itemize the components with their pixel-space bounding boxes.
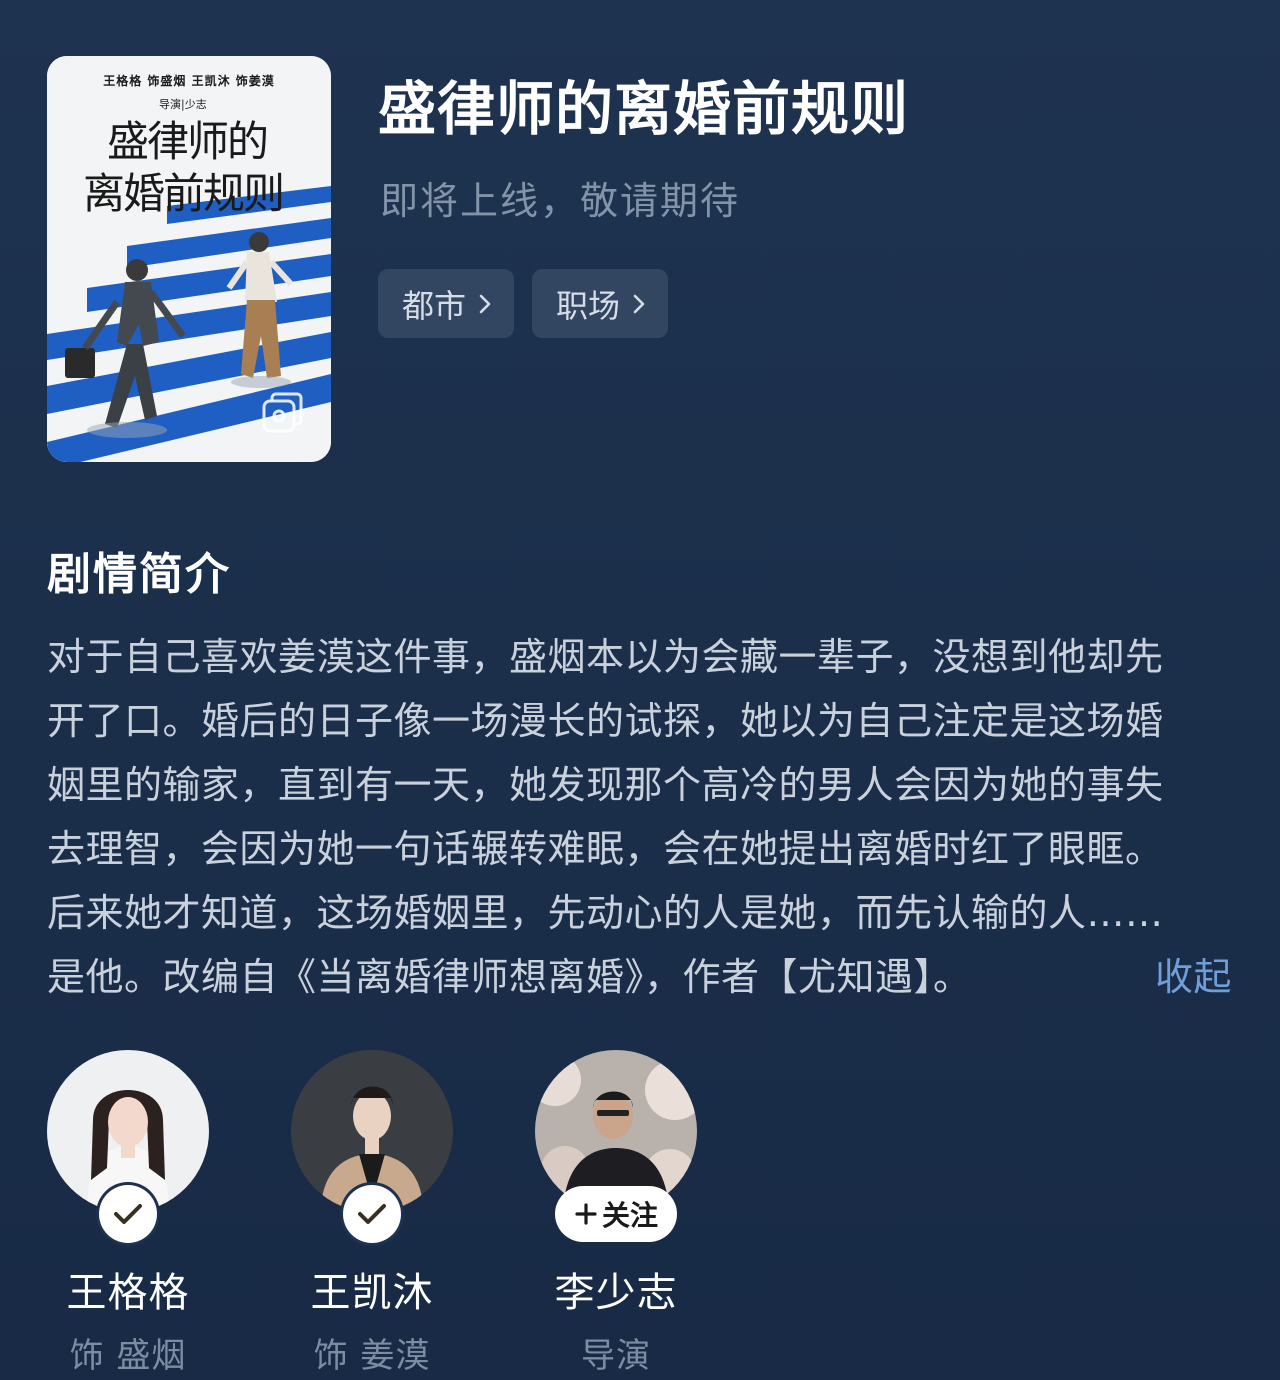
synopsis-line: 是他。改编自《当离婚律师想离婚》，作者【尤知遇】。 收起 xyxy=(47,945,1232,1009)
follow-button[interactable]: 关注 xyxy=(555,1186,677,1242)
poster-cast-line: 王格格 饰盛烟 王凯沐 饰姜漠 xyxy=(103,74,275,88)
tag-label: 都市 xyxy=(402,286,467,325)
synopsis-line: 去理智，会因为她一句话辗转难眠，会在她提出离婚时红了眼眶。 xyxy=(47,817,1232,881)
cast-name: 王格格 xyxy=(66,1270,190,1316)
synopsis-text: 对于自己喜欢姜漠这件事，盛烟本以为会藏一辈子，没想到他却先 开了口。婚后的日子像… xyxy=(47,625,1232,1009)
synopsis-line-text: 对于自己喜欢姜漠这件事，盛烟本以为会藏一辈子，没想到他却先 xyxy=(47,635,1164,679)
page-title: 盛律师的离婚前规则 xyxy=(378,75,910,143)
follow-label: 关注 xyxy=(601,1199,658,1232)
check-icon xyxy=(114,1204,142,1224)
synopsis-line: 开了口。婚后的日子像一场漫长的试探，她以为自己注定是这场婚 xyxy=(47,689,1232,753)
followed-badge[interactable] xyxy=(343,1185,401,1243)
poster-title-line2: 离婚前规则 xyxy=(83,169,285,218)
release-status: 即将上线，敬请期待 xyxy=(380,179,741,223)
cast-member[interactable]: 王凯沐 饰 姜漠 xyxy=(291,1050,453,1377)
tag-label: 职场 xyxy=(556,286,621,325)
synopsis-line-text: 开了口。婚后的日子像一场漫长的试探，她以为自己注定是这场婚 xyxy=(47,699,1164,743)
followed-badge[interactable] xyxy=(99,1185,157,1243)
gallery-icon[interactable] xyxy=(261,392,305,436)
cast-member[interactable]: 关注 李少志 导演 xyxy=(535,1050,697,1377)
synopsis-line-text: 后来她才知道，这场婚姻里，先动心的人是她，而先认输的人…… xyxy=(47,891,1164,935)
chevron-right-icon xyxy=(633,294,645,313)
check-icon xyxy=(358,1204,386,1224)
synopsis-line: 姻里的输家，直到有一天，她发现那个高冷的男人会因为她的事失 xyxy=(47,753,1232,817)
plus-icon xyxy=(575,1203,597,1225)
synopsis-heading: 剧情简介 xyxy=(47,549,231,600)
tag-urban[interactable]: 都市 xyxy=(378,269,515,338)
synopsis-line-text: 是他。改编自《当离婚律师想离婚》，作者【尤知遇】。 xyxy=(47,955,972,999)
cast-name: 李少志 xyxy=(554,1270,678,1316)
collapse-link[interactable]: 收起 xyxy=(1155,945,1232,1009)
synopsis-line: 对于自己喜欢姜漠这件事，盛烟本以为会藏一辈子，没想到他却先 xyxy=(47,625,1232,689)
synopsis-line-text: 去理智，会因为她一句话辗转难眠，会在她提出离婚时红了眼眶。 xyxy=(47,827,1164,871)
cast-name: 王凯沐 xyxy=(310,1270,434,1316)
tag-workplace[interactable]: 职场 xyxy=(532,269,669,338)
genre-tags: 都市 职场 xyxy=(378,269,669,338)
chevron-right-icon xyxy=(479,294,491,313)
cast-role: 饰 盛烟 xyxy=(69,1336,187,1376)
cast-role: 导演 xyxy=(581,1336,651,1376)
cast-member[interactable]: 王格格 饰 盛烟 xyxy=(47,1050,209,1377)
cast-role: 饰 姜漠 xyxy=(313,1336,431,1376)
synopsis-line-text: 姻里的输家，直到有一天，她发现那个高冷的男人会因为她的事失 xyxy=(47,763,1164,807)
synopsis-line: 后来她才知道，这场婚姻里，先动心的人是她，而先认输的人…… xyxy=(47,881,1232,945)
poster-image[interactable]: 王格格 饰盛烟 王凯沐 饰姜漠 导演|少志 盛律师的 离婚前规则 xyxy=(47,56,331,462)
